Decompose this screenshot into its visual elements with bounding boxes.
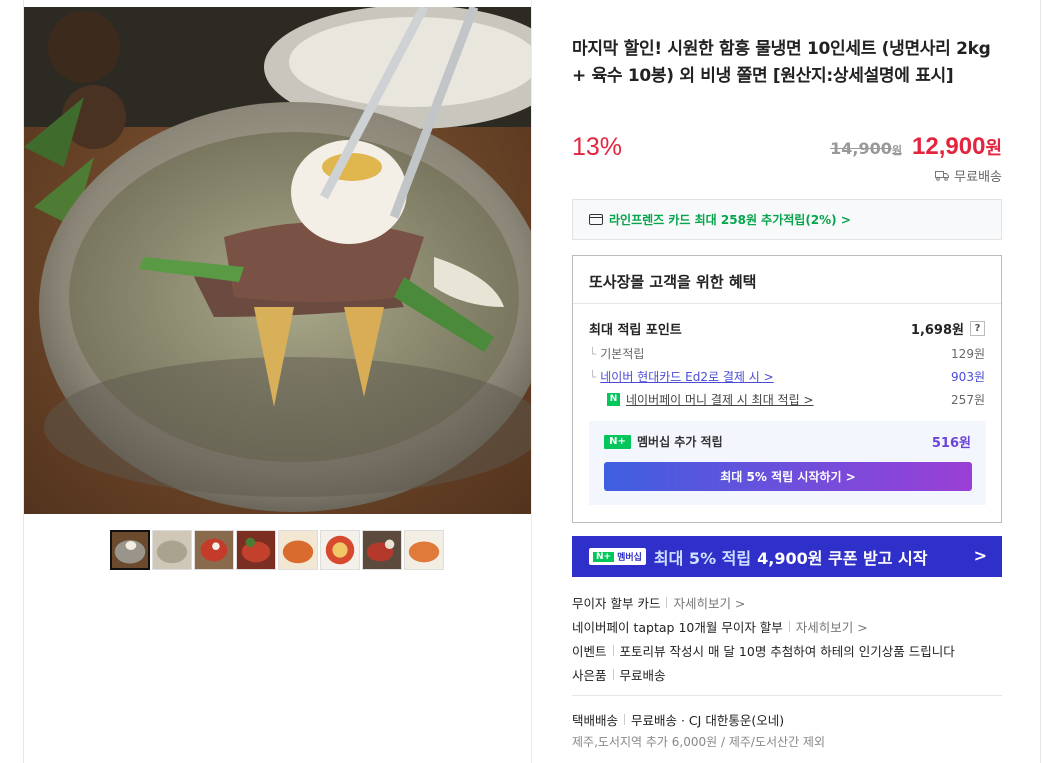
member-points-value: 516원	[931, 436, 971, 451]
product-title: 마지막 할인! 시원한 함흥 물냉면 10인세트 (냉면사리 2kg + 육수 …	[572, 39, 991, 86]
truck-icon	[935, 171, 950, 181]
event-text: 포토리뷰 작성시 매 달 10명 추첨하여 하테의 인기상품 드립니다	[619, 644, 955, 659]
tree-connector-icon: └	[589, 370, 597, 384]
card-points-row: └ 네이버 현대카드 Ed2로 결제 시 > 903원	[589, 368, 985, 385]
benefit-box: 또사장몰 고객을 위한 혜택 최대 적립 포인트 1,698원 ? └ 기본적립 …	[572, 255, 1002, 523]
installment-row: 무이자 할부 카드 자세히보기 >	[572, 593, 745, 612]
event-row: 이벤트 포토리뷰 작성시 매 달 10명 추첨하여 하테의 인기상품 드립니다	[572, 641, 955, 660]
column-divider	[531, 0, 532, 763]
main-product-image[interactable]	[24, 7, 531, 514]
card-points-value: 903원	[951, 370, 985, 384]
basic-points-value: 129원	[951, 347, 985, 361]
chevron-right-icon: >	[973, 546, 987, 565]
installment-more-link[interactable]: 자세히보기 >	[673, 593, 745, 612]
membership-badge: N+ 멤버십	[589, 548, 646, 565]
thumbnail-4[interactable]	[236, 530, 276, 570]
thumbnail-7[interactable]	[362, 530, 402, 570]
npay-points-link[interactable]: 네이버페이 머니 결제 시 최대 적립 >	[626, 391, 814, 408]
basic-points-label: 기본적립	[600, 347, 645, 361]
discount-rate: 13%	[572, 133, 623, 161]
banner-text-2: 4,900원 쿠폰 받고 시작	[757, 548, 928, 568]
banner-text: 최대 5% 적립	[653, 548, 752, 568]
card-promo-text: 라인프렌즈 카드 최대 258원 추가적립(2%) >	[609, 213, 851, 227]
naver-plus-icon: N+	[593, 551, 615, 562]
membership-coupon-banner[interactable]: N+ 멤버십 최대 5% 적립 4,900원 쿠폰 받고 시작 >	[572, 536, 1002, 577]
delivery-text: 무료배송 · CJ 대한통운(오네)	[631, 713, 785, 728]
member-points-row: N+ 멤버십 추가 적립 516원	[604, 432, 971, 451]
event-label: 이벤트	[572, 644, 607, 659]
max-points-row: 최대 적립 포인트 1,698원 ?	[589, 319, 985, 338]
thumbnail-3[interactable]	[194, 530, 234, 570]
sale-price-value: 12,900	[912, 133, 986, 160]
thumbnail-6[interactable]	[320, 530, 360, 570]
npay-installment-label: 네이버페이 taptap 10개월 무이자 할부	[572, 620, 783, 635]
delivery-note: 제주,도서지역 추가 6,000원 / 제주/도서산간 제외	[572, 735, 826, 749]
member-points-label: 멤버십 추가 적립	[637, 435, 723, 449]
thumbnail-8[interactable]	[404, 530, 444, 570]
sale-price-unit: 원	[985, 138, 1002, 158]
max-points-label: 최대 적립 포인트	[589, 323, 682, 338]
benefit-divider	[573, 303, 1001, 304]
gift-label: 사은품	[572, 668, 607, 683]
basic-points-row: └ 기본적립 129원	[589, 345, 985, 362]
delivery-row: 택배배송 무료배송 · CJ 대한통운(오네)	[572, 710, 784, 729]
left-rail	[0, 0, 24, 763]
credit-card-icon	[589, 214, 603, 225]
npay-icon: N	[607, 393, 620, 406]
separator	[624, 714, 626, 725]
npay-installment-row: 네이버페이 taptap 10개월 무이자 할부 자세히보기 >	[572, 617, 868, 636]
membership-box: N+ 멤버십 추가 적립 516원 최대 5% 적립 시작하기 >	[589, 421, 986, 505]
separator	[612, 669, 614, 680]
original-price: 14,900원	[830, 139, 902, 158]
help-icon[interactable]: ?	[970, 321, 985, 336]
thumbnail-1[interactable]	[110, 530, 150, 570]
gift-text: 무료배송	[619, 668, 666, 683]
tree-connector-icon: └	[589, 347, 597, 361]
npay-points-row: N 네이버페이 머니 결제 시 최대 적립 > 257원	[589, 391, 985, 408]
naver-plus-icon: N+	[604, 434, 631, 449]
original-price-unit: 원	[891, 144, 903, 157]
max-points-value: 1,698원	[910, 323, 964, 338]
card-promo-link[interactable]: 라인프렌즈 카드 최대 258원 추가적립(2%) >	[572, 199, 1002, 240]
separator	[788, 621, 790, 632]
benefit-title: 또사장몰 고객을 위한 혜택	[589, 273, 757, 291]
delivery-label: 택배배송	[572, 713, 619, 728]
shipping-tag-label: 무료배송	[954, 170, 1002, 185]
separator	[612, 645, 614, 656]
shipping-tag: 무료배송	[935, 166, 1002, 185]
price-row: 14,900원 12,900원	[830, 133, 1002, 161]
sale-price: 12,900원	[912, 133, 1002, 161]
info-divider	[572, 695, 1002, 696]
card-points-link[interactable]: 네이버 현대카드 Ed2로 결제 시 >	[600, 370, 773, 384]
gift-row: 사은품 무료배송	[572, 665, 666, 684]
npay-points-value: 257원	[951, 393, 985, 407]
start-membership-button[interactable]: 최대 5% 적립 시작하기 >	[604, 462, 972, 491]
original-price-value: 14,900	[830, 139, 892, 158]
thumbnail-strip	[110, 530, 444, 570]
separator	[666, 597, 668, 608]
installment-label: 무이자 할부 카드	[572, 596, 661, 611]
thumbnail-2[interactable]	[152, 530, 192, 570]
npay-installment-more-link[interactable]: 자세히보기 >	[796, 617, 868, 636]
membership-badge-text: 멤버십	[617, 553, 642, 563]
thumbnail-5[interactable]	[278, 530, 318, 570]
